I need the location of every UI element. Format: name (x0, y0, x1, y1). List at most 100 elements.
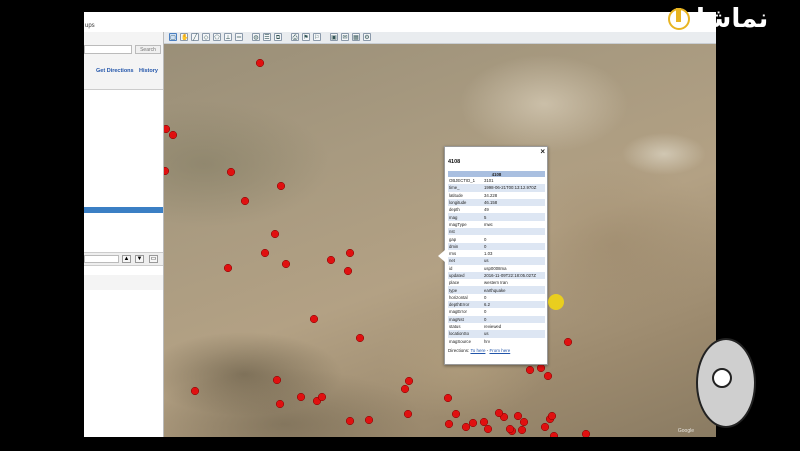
shape-tool-icon[interactable]: ◇ (202, 33, 210, 41)
earthquake-marker[interactable] (505, 424, 515, 434)
earthquake-marker[interactable] (240, 196, 250, 206)
earthquake-marker[interactable] (443, 393, 453, 403)
attribute-value (483, 228, 545, 236)
earthquake-marker[interactable] (547, 411, 557, 421)
earthquake-marker[interactable] (260, 248, 270, 258)
earthquake-marker[interactable] (519, 417, 529, 427)
attribute-key: updated (448, 271, 483, 280)
earthquake-marker[interactable] (164, 124, 171, 134)
select-tool-icon[interactable]: ▢ (169, 33, 177, 41)
earthquake-marker[interactable] (326, 255, 336, 265)
earthquake-marker[interactable] (255, 58, 265, 68)
earthquake-marker[interactable] (494, 408, 504, 418)
earthquake-marker[interactable] (525, 365, 535, 375)
earthquake-marker[interactable] (444, 419, 454, 429)
earthquake-marker[interactable] (451, 409, 461, 419)
attribute-key: magNst (448, 315, 483, 323)
map-view[interactable]: × 4108 4108 OBJECTID_1 3101 time_ 1998-06-2… (164, 44, 716, 437)
email-icon[interactable]: ✉ (341, 33, 349, 41)
earthquake-marker[interactable] (223, 263, 233, 273)
earthquake-marker[interactable] (276, 181, 286, 191)
earthquake-marker[interactable] (536, 363, 546, 373)
attribute-value: earthquake (483, 286, 545, 294)
line-tool-icon[interactable]: ╱ (191, 33, 199, 41)
polygon-tool-icon[interactable]: ⬠ (213, 33, 221, 41)
attribute-key: gap (449, 236, 457, 242)
earthquake-marker[interactable] (190, 386, 200, 396)
earthquake-marker[interactable] (400, 384, 410, 394)
to-here-link[interactable]: To here (470, 348, 485, 353)
earthquake-marker[interactable] (364, 415, 374, 425)
popup-pointer (438, 250, 445, 262)
attribute-value: 46.158 (483, 198, 545, 207)
earthquake-marker[interactable] (343, 266, 353, 276)
history-link[interactable]: History (139, 68, 158, 74)
attribute-row: magError 0 (448, 308, 545, 315)
ruler-icon[interactable]: ═ (235, 33, 243, 41)
info-popup: × 4108 4108 OBJECTID_1 3101 time_ 1998-06-2… (438, 146, 548, 365)
attribute-value: us (483, 330, 545, 338)
earthquake-marker[interactable] (483, 424, 493, 434)
settings-icon[interactable]: ⚙ (363, 33, 371, 41)
earthquake-marker[interactable] (345, 248, 355, 258)
earthquake-marker[interactable] (281, 259, 291, 269)
attribute-value: mwc (484, 221, 493, 227)
selected-result-row[interactable] (84, 207, 163, 213)
earthquake-marker[interactable] (355, 333, 365, 343)
attribute-value: 1.03 (484, 251, 493, 257)
attribute-value: 34.228 (484, 192, 498, 198)
measure-tool-icon[interactable]: ⟂ (224, 33, 232, 41)
mascot-image (696, 338, 756, 428)
earthquake-marker[interactable] (270, 229, 280, 239)
earthquake-marker[interactable] (479, 417, 489, 427)
earthquake-marker[interactable] (513, 411, 523, 421)
pan-tool-icon[interactable]: ✋ (180, 33, 188, 41)
earthquake-marker[interactable] (345, 416, 355, 426)
close-icon[interactable]: × (540, 148, 545, 156)
attribute-row: place western Iran (448, 279, 545, 286)
channel-logo: نماشا (668, 4, 793, 34)
side-panel: Search Get Directions History ▲ ▼ ▭ (84, 32, 164, 437)
earthquake-marker[interactable] (517, 425, 527, 435)
earthquake-marker[interactable] (168, 130, 178, 140)
map-view-icon[interactable]: ▦ (352, 33, 360, 41)
photo-icon[interactable]: ▣ (330, 33, 338, 41)
get-directions-link[interactable]: Get Directions (96, 68, 134, 74)
globe-icon[interactable]: ◍ (252, 33, 260, 41)
earthquake-marker[interactable] (164, 166, 170, 176)
earthquake-marker[interactable] (317, 392, 327, 402)
from-here-link[interactable]: From here (489, 348, 510, 353)
earthquake-marker[interactable] (461, 422, 471, 432)
search-button[interactable]: Search (135, 45, 161, 54)
earthquake-marker[interactable] (226, 167, 236, 177)
print-icon[interactable]: ⎙ (291, 33, 299, 41)
earthquake-marker[interactable] (581, 429, 591, 437)
earthquake-marker[interactable] (275, 399, 285, 409)
attribute-key: status (449, 324, 461, 330)
earthquake-marker[interactable] (549, 431, 559, 437)
attribute-key: latitude (449, 192, 463, 198)
move-down-button[interactable]: ▼ (135, 255, 144, 263)
cursor-highlight (548, 294, 564, 310)
search-input[interactable] (84, 45, 132, 54)
search-results-list[interactable] (84, 90, 163, 275)
earthquake-marker[interactable] (563, 337, 573, 347)
placemark-icon[interactable]: ⚑ (302, 33, 310, 41)
earthquake-marker[interactable] (309, 314, 319, 324)
folder-button[interactable]: ▭ (149, 255, 158, 263)
overlay-icon[interactable]: ⧉ (274, 33, 282, 41)
places-filter-input[interactable] (84, 255, 119, 263)
earthquake-marker[interactable] (403, 409, 413, 419)
earthquake-marker[interactable] (404, 376, 414, 386)
earthquake-marker[interactable] (296, 392, 306, 402)
earthquake-marker[interactable] (272, 375, 282, 385)
flag-icon[interactable]: ⚐ (313, 33, 321, 41)
earthquake-marker[interactable] (543, 371, 553, 381)
move-up-button[interactable]: ▲ (122, 255, 131, 263)
places-panel[interactable] (84, 290, 163, 437)
attribute-key: depthError (448, 301, 483, 309)
layers-icon[interactable]: ☰ (263, 33, 271, 41)
earthquake-marker[interactable] (468, 418, 478, 428)
earthquake-marker[interactable] (540, 422, 550, 432)
attribute-row: time_ 1998-06-21T00:13:12.970Z (448, 184, 545, 192)
